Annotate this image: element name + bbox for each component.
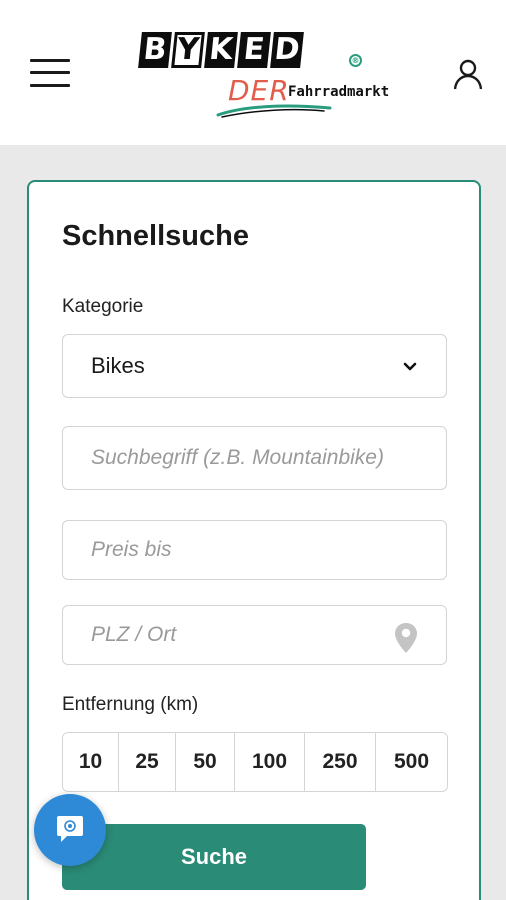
distance-option-250[interactable]: 250	[305, 733, 376, 791]
distance-options: 10 25 50 100 250 500	[62, 732, 448, 792]
chat-button[interactable]	[34, 794, 106, 866]
distance-option-10[interactable]: 10	[63, 733, 119, 791]
logo-letters: B Y K E D	[138, 32, 304, 68]
byked-logo[interactable]: B Y K E D ® DER Fahrradmarkt	[136, 28, 396, 120]
registered-mark: ®	[349, 54, 362, 67]
distance-option-100[interactable]: 100	[235, 733, 305, 791]
keyword-input[interactable]	[63, 427, 446, 489]
site-header: B Y K E D ® DER Fahrradmarkt	[0, 0, 506, 145]
distance-option-500[interactable]: 500	[376, 733, 447, 791]
location-input-wrapper	[62, 605, 447, 665]
hamburger-menu-icon[interactable]	[30, 57, 72, 89]
category-label: Kategorie	[62, 296, 144, 317]
price-input-wrapper	[62, 520, 447, 580]
distance-option-50[interactable]: 50	[176, 733, 235, 791]
category-selected-value: Bikes	[91, 353, 145, 378]
distance-option-25[interactable]: 25	[119, 733, 176, 791]
max-price-input[interactable]	[63, 521, 446, 579]
distance-label: Entfernung (km)	[62, 694, 199, 715]
logo-fahrradmarkt-text: Fahrradmarkt	[288, 84, 390, 100]
chat-bubble-icon	[57, 816, 83, 842]
user-account-icon[interactable]	[452, 58, 484, 90]
keyword-input-wrapper	[62, 426, 447, 490]
location-input[interactable]	[63, 606, 446, 664]
logo-swoosh	[216, 104, 332, 118]
category-select[interactable]: Bikes	[62, 334, 447, 398]
quick-search-title: Schnellsuche	[62, 220, 249, 252]
chevron-down-icon	[403, 362, 417, 371]
search-submit-button[interactable]: Suche	[62, 824, 366, 890]
quick-search-card: Schnellsuche Kategorie Bikes Entfernung …	[27, 180, 481, 900]
location-pin-icon[interactable]	[394, 622, 418, 654]
